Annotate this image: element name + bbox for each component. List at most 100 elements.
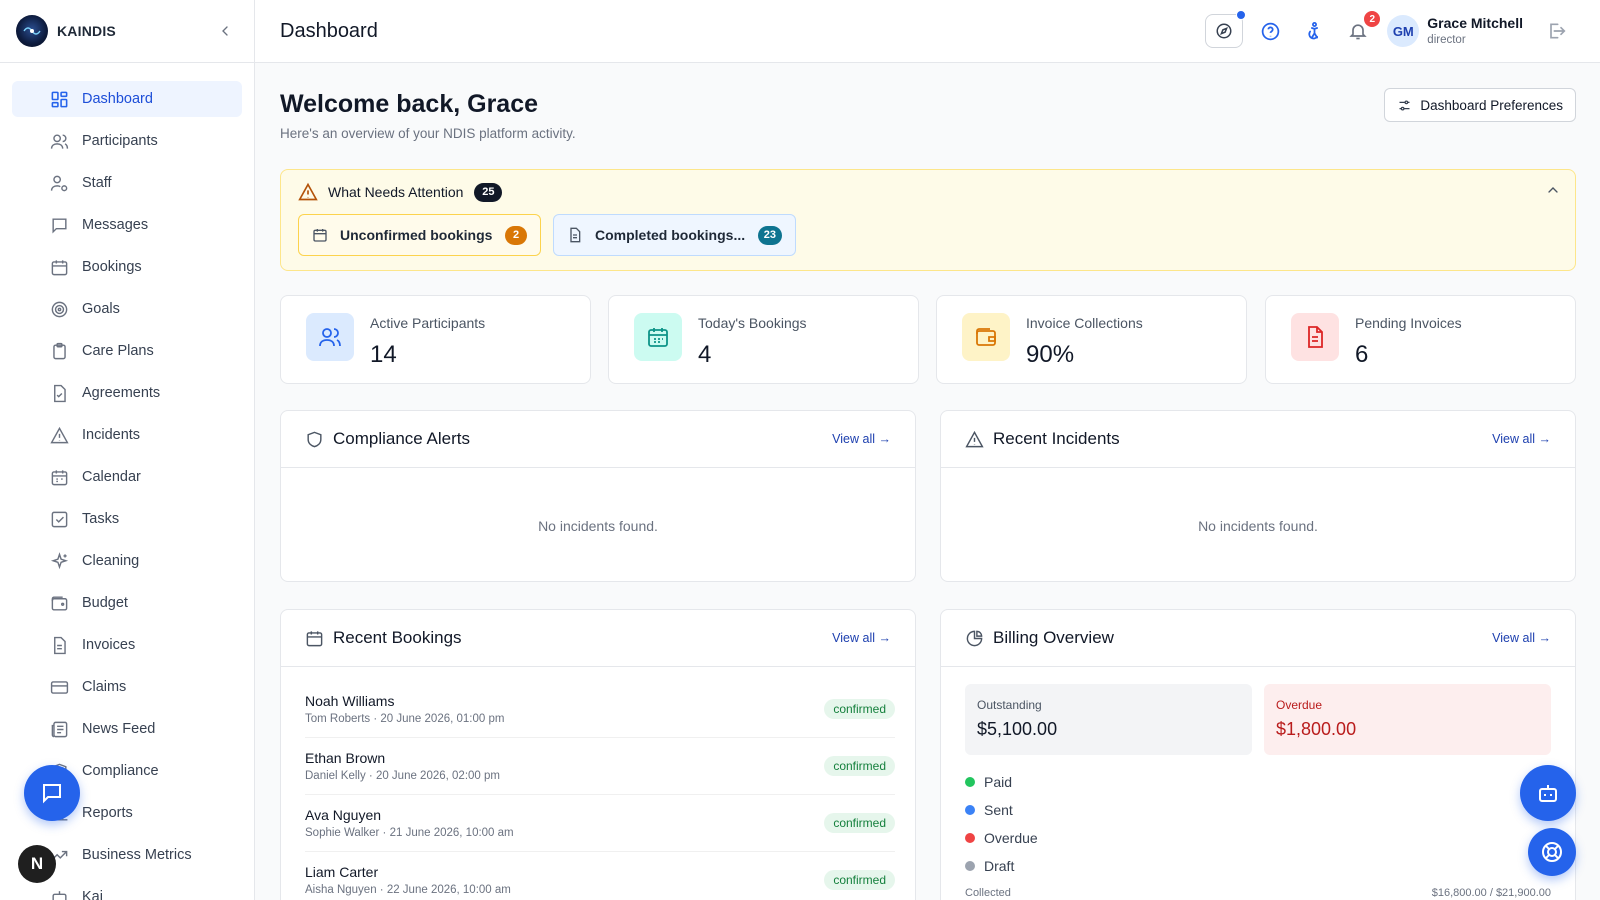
panel-title: Recent Incidents	[993, 429, 1120, 448]
legend-item-sent: Sent	[965, 796, 1038, 824]
panel-header: Recent Incidents View all →	[941, 411, 1575, 468]
calendar-icon	[49, 257, 69, 277]
help-circle-icon	[1261, 22, 1280, 40]
notifications-button[interactable]: 2	[1339, 10, 1382, 48]
sidebar-item-news-feed[interactable]: News Feed	[12, 711, 242, 747]
sidebar-item-kai[interactable]: Kai	[12, 879, 242, 900]
list-item[interactable]: Liam Carter Aisha Nguyen · 22 June 2026, …	[305, 852, 895, 900]
sidebar-item-staff[interactable]: Staff	[12, 165, 242, 201]
avatar[interactable]: GM	[1387, 15, 1420, 47]
sidebar-item-label: Bookings	[82, 259, 142, 275]
attention-item-label: Unconfirmed bookings	[340, 227, 493, 243]
dashboard-preferences-button[interactable]: Dashboard Preferences	[1384, 88, 1576, 122]
sidebar-item-care-plans[interactable]: Care Plans	[12, 333, 242, 369]
view-all-link[interactable]: View all →	[832, 432, 891, 446]
sidebar-item-label: Messages	[82, 217, 149, 233]
legend-label: Sent	[984, 802, 1013, 818]
assistant-fab-button[interactable]	[1520, 765, 1576, 821]
unconfirmed-bookings-item[interactable]: Unconfirmed bookings 2	[298, 214, 541, 256]
sliders-icon	[1397, 98, 1412, 113]
sidebar-item-incidents[interactable]: Incidents	[12, 417, 242, 453]
legend-item-paid: Paid	[965, 768, 1038, 796]
sidebar-item-cleaning[interactable]: Cleaning	[12, 543, 242, 579]
tour-button[interactable]	[1205, 10, 1247, 48]
file-text-icon	[1291, 313, 1339, 361]
status-badge: confirmed	[824, 699, 895, 719]
legend-dot	[965, 805, 975, 815]
outstanding-value: $5,100.00	[977, 719, 1058, 739]
support-fab-button[interactable]	[1528, 828, 1576, 876]
view-all-link[interactable]: View all →	[1492, 631, 1551, 645]
bot-icon	[1539, 785, 1557, 802]
dashboard-preferences-label: Dashboard Preferences	[1420, 97, 1563, 113]
status-badge: confirmed	[824, 870, 895, 890]
recent-bookings-panel: Recent Bookings View all → Noah Williams…	[280, 609, 916, 900]
sidebar-item-participants[interactable]: Participants	[12, 123, 242, 159]
stat-label: Invoice Collections	[1026, 315, 1143, 331]
sidebar-item-label: Cleaning	[82, 553, 140, 569]
users-icon	[49, 131, 69, 151]
stat-pending-invoices[interactable]: Pending Invoices 6	[1265, 295, 1576, 384]
outstanding-label: Outstanding	[977, 698, 1042, 712]
sidebar-item-label: Goals	[82, 301, 120, 317]
user-avatar-fab[interactable]: N	[18, 845, 56, 883]
sidebar-item-messages[interactable]: Messages	[12, 207, 242, 243]
user-name: Grace Mitchell	[1427, 15, 1523, 32]
check-square-icon	[49, 509, 69, 529]
attention-collapse-button[interactable]	[1545, 182, 1561, 198]
booking-details: Sophie Walker · 21 June 2026, 10:00 am	[305, 827, 514, 839]
collected-label: Collected	[965, 887, 1011, 899]
dashboard-icon	[49, 89, 69, 109]
sidebar-item-label: Compliance	[82, 763, 159, 779]
sidebar-item-invoices[interactable]: Invoices	[12, 627, 242, 663]
page-title: Dashboard	[280, 19, 378, 42]
sidebar-item-budget[interactable]: Budget	[12, 585, 242, 621]
completed-bookings-item[interactable]: Completed bookings... 23	[553, 214, 796, 256]
chat-fab-button[interactable]	[24, 765, 80, 821]
sidebar-item-goals[interactable]: Goals	[12, 291, 242, 327]
user-role: director	[1427, 33, 1466, 46]
panel-header: Compliance Alerts View all →	[281, 411, 915, 468]
list-item[interactable]: Ethan Brown Daniel Kelly · 20 June 2026, …	[305, 738, 895, 795]
panel-header: Billing Overview View all →	[941, 610, 1575, 667]
stat-todays-bookings[interactable]: Today's Bookings 4	[608, 295, 919, 384]
stat-invoice-collections[interactable]: Invoice Collections 90%	[936, 295, 1247, 384]
sidebar-item-dashboard[interactable]: Dashboard	[12, 81, 242, 117]
stat-value: 6	[1355, 341, 1369, 368]
stat-value: 90%	[1026, 341, 1075, 368]
collapse-sidebar-button[interactable]	[212, 18, 238, 44]
users-icon	[306, 313, 354, 361]
sidebar-item-claims[interactable]: Claims	[12, 669, 242, 705]
sidebar-item-label: Calendar	[82, 469, 141, 485]
user-cog-icon	[49, 173, 69, 193]
sidebar-item-label: Tasks	[82, 511, 120, 527]
logo[interactable]	[16, 15, 48, 47]
sidebar-item-label: Kai	[82, 889, 103, 900]
help-button[interactable]	[1251, 14, 1289, 48]
compass-icon	[1216, 23, 1232, 39]
sidebar-item-label: Participants	[82, 133, 158, 149]
overdue-label: Overdue	[1276, 698, 1323, 712]
chevron-up-icon	[1548, 187, 1558, 193]
logout-button[interactable]	[1537, 14, 1575, 48]
view-all-link[interactable]: View all →	[832, 631, 891, 645]
file-text-icon	[49, 635, 69, 655]
list-item[interactable]: Noah Williams Tom Roberts · 20 June 2026,…	[305, 681, 895, 738]
sidebar-item-tasks[interactable]: Tasks	[12, 501, 242, 537]
status-badge: confirmed	[824, 756, 895, 776]
booking-participant: Ava Nguyen	[305, 807, 382, 823]
status-badge: confirmed	[824, 813, 895, 833]
legend-label: Draft	[984, 858, 1015, 874]
user-info[interactable]: Grace Mitchell director	[1427, 15, 1523, 47]
accessibility-button[interactable]	[1295, 14, 1333, 48]
wallet-icon	[962, 313, 1010, 361]
list-item[interactable]: Ava Nguyen Sophie Walker · 21 June 2026, …	[305, 795, 895, 852]
panel-title: Compliance Alerts	[333, 429, 471, 448]
sidebar-item-agreements[interactable]: Agreements	[12, 375, 242, 411]
sidebar-item-label: Invoices	[82, 637, 136, 653]
sidebar-item-calendar[interactable]: Calendar	[12, 459, 242, 495]
sidebar-item-bookings[interactable]: Bookings	[12, 249, 242, 285]
sidebar-item-label: Care Plans	[82, 343, 154, 359]
stat-active-participants[interactable]: Active Participants 14	[280, 295, 591, 384]
view-all-link[interactable]: View all →	[1492, 432, 1551, 446]
